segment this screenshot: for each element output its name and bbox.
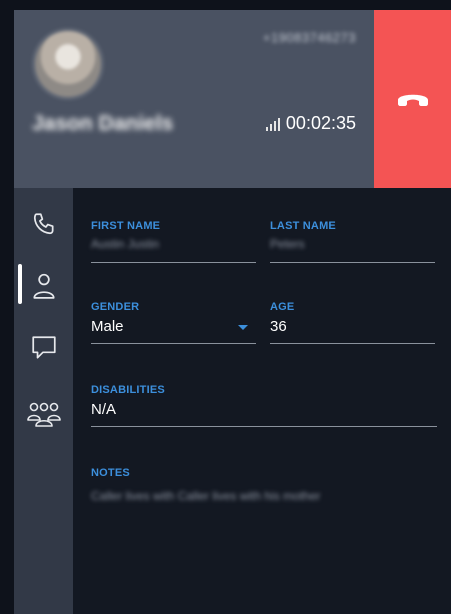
- last-name-label: LAST NAME: [270, 220, 336, 232]
- call-timer: 00:02:35: [265, 113, 356, 134]
- group-icon: [26, 402, 61, 427]
- side-rail: [14, 188, 73, 614]
- age-label: AGE: [270, 301, 295, 313]
- dropdown-arrow-icon[interactable]: [238, 325, 248, 330]
- last-name-value: Peters: [270, 237, 305, 251]
- call-panel: +19083746273 Jason Daniels 00:02:35 FIRS…: [14, 10, 451, 614]
- first-name-field[interactable]: FIRST NAME Austin Justin: [91, 220, 256, 263]
- rail-item-chat[interactable]: [14, 328, 73, 368]
- age-field[interactable]: AGE 36: [270, 301, 435, 344]
- disabilities-underline: [91, 426, 437, 427]
- notes-field[interactable]: NOTES Caller lives with Caller lives wit…: [91, 467, 437, 503]
- notes-value: Caller lives with Caller lives with his …: [91, 489, 321, 503]
- first-name-value: Austin Justin: [91, 237, 160, 251]
- gender-underline: [91, 343, 256, 344]
- chat-icon: [31, 336, 56, 359]
- phone-hangup-icon: [397, 94, 428, 106]
- notes-label: NOTES: [91, 467, 130, 479]
- call-header: +19083746273 Jason Daniels 00:02:35: [14, 10, 374, 188]
- phone-icon: [33, 213, 54, 235]
- rail-item-caller-info[interactable]: [14, 266, 73, 306]
- caller-details-form: FIRST NAME Austin Justin LAST NAME Peter…: [73, 188, 451, 614]
- disabilities-label: DISABILITIES: [91, 384, 165, 396]
- signal-bars-icon: [265, 117, 280, 131]
- first-name-underline: [91, 262, 256, 263]
- rail-item-group[interactable]: [14, 394, 73, 434]
- call-duration: 00:02:35: [285, 113, 356, 133]
- caller-avatar: [32, 28, 104, 100]
- first-name-label: FIRST NAME: [91, 220, 161, 232]
- hangup-button[interactable]: [374, 10, 451, 188]
- gender-label: GENDER: [91, 301, 140, 313]
- caller-name: Jason Daniels: [32, 112, 174, 135]
- age-value: 36: [270, 318, 287, 335]
- gender-select[interactable]: GENDER Male: [91, 301, 256, 344]
- last-name-underline: [270, 262, 435, 263]
- person-icon: [32, 273, 55, 299]
- gender-value: Male: [91, 318, 124, 335]
- age-underline: [270, 343, 435, 344]
- disabilities-field[interactable]: DISABILITIES N/A: [91, 384, 437, 427]
- rail-item-call[interactable]: [14, 204, 73, 244]
- phone-number: +19083746273: [262, 30, 356, 45]
- disabilities-value: N/A: [91, 401, 117, 418]
- last-name-field[interactable]: LAST NAME Peters: [270, 220, 435, 263]
